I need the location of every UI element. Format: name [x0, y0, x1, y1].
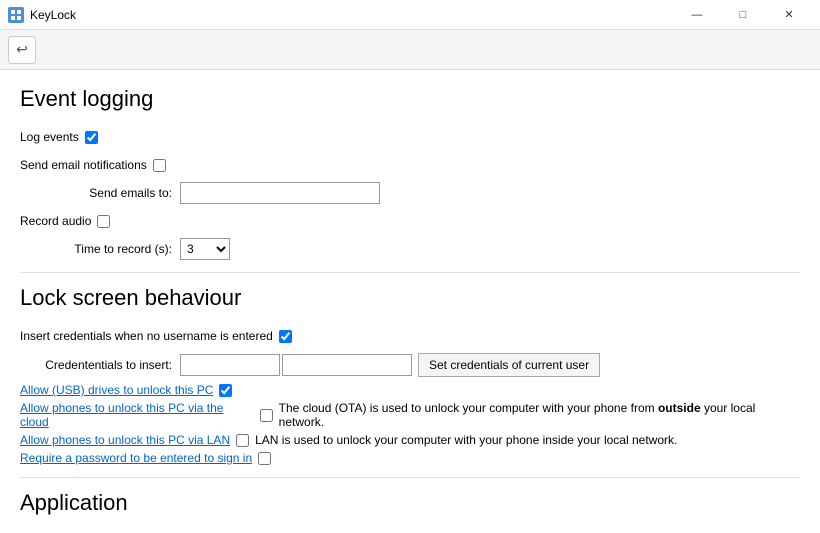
back-button[interactable]: ↩: [8, 36, 36, 64]
lan-desc: LAN is used to unlock your computer with…: [255, 433, 677, 447]
maximize-button[interactable]: □: [720, 0, 766, 30]
require-password-row: Require a password to be entered to sign…: [20, 451, 800, 465]
time-to-record-select[interactable]: 3 5 10: [180, 238, 230, 260]
require-password-checkbox[interactable]: [258, 452, 271, 465]
event-logging-title: Event logging: [20, 86, 800, 116]
computer-input[interactable]: WIN-INQQ3MDKBSG: [282, 354, 412, 376]
lock-screen-title: Lock screen behaviour: [20, 285, 800, 315]
allow-phones-cloud-label[interactable]: Allow phones to unlock this PC via the c…: [20, 401, 254, 429]
allow-usb-checkbox[interactable]: [219, 384, 232, 397]
credentials-label: Credententials to insert:: [20, 358, 180, 372]
lock-screen-section: Lock screen behaviour Insert credentials…: [20, 285, 800, 465]
insert-creds-checkbox[interactable]: [279, 330, 292, 343]
send-email-row: Send email notifications: [20, 154, 800, 176]
send-email-checkbox[interactable]: [153, 159, 166, 172]
allow-usb-row: Allow (USB) drives to unlock this PC: [20, 383, 800, 397]
credentials-row: Credententials to insert: softaro WIN-IN…: [20, 353, 800, 377]
log-events-label: Log events: [20, 130, 79, 144]
log-events-checkbox[interactable]: [85, 131, 98, 144]
send-emails-to-label: Send emails to:: [20, 186, 180, 200]
main-content: Event logging Log events Send email noti…: [0, 70, 820, 533]
time-to-record-row: Time to record (s): 3 5 10: [20, 238, 800, 260]
title-bar-controls: — □ ✕: [674, 0, 812, 30]
send-emails-input[interactable]: [180, 182, 380, 204]
insert-creds-row: Insert credentials when no username is e…: [20, 325, 800, 347]
toolbar: ↩: [0, 30, 820, 70]
window-title: KeyLock: [30, 8, 76, 22]
allow-usb-label[interactable]: Allow (USB) drives to unlock this PC: [20, 383, 213, 397]
send-emails-to-row: Send emails to:: [20, 182, 800, 204]
title-bar: KeyLock — □ ✕: [0, 0, 820, 30]
application-title: Application: [20, 490, 800, 520]
insert-creds-label: Insert credentials when no username is e…: [20, 329, 273, 343]
title-bar-left: KeyLock: [8, 7, 76, 23]
allow-phones-lan-checkbox[interactable]: [236, 434, 249, 447]
username-input[interactable]: softaro: [180, 354, 280, 376]
record-audio-label: Record audio: [20, 214, 91, 228]
record-audio-checkbox[interactable]: [97, 215, 110, 228]
set-credentials-button[interactable]: Set credentials of current user: [418, 353, 600, 377]
event-logging-section: Event logging Log events Send email noti…: [20, 86, 800, 260]
app-icon: [8, 7, 24, 23]
allow-phones-lan-label[interactable]: Allow phones to unlock this PC via LAN: [20, 433, 230, 447]
close-button[interactable]: ✕: [766, 0, 812, 30]
send-email-label: Send email notifications: [20, 158, 147, 172]
require-password-label[interactable]: Require a password to be entered to sign…: [20, 451, 252, 465]
record-audio-row: Record audio: [20, 210, 800, 232]
cloud-desc: The cloud (OTA) is used to unlock your c…: [279, 401, 800, 429]
minimize-button[interactable]: —: [674, 0, 720, 30]
time-to-record-label: Time to record (s):: [20, 242, 180, 256]
allow-phones-lan-row: Allow phones to unlock this PC via LAN L…: [20, 433, 800, 447]
cloud-desc-bold: outside: [658, 401, 701, 415]
allow-phones-cloud-row: Allow phones to unlock this PC via the c…: [20, 401, 800, 429]
log-events-row: Log events: [20, 126, 800, 148]
application-section: Application Automatic updates Install be…: [20, 490, 800, 533]
allow-phones-cloud-checkbox[interactable]: [260, 409, 273, 422]
